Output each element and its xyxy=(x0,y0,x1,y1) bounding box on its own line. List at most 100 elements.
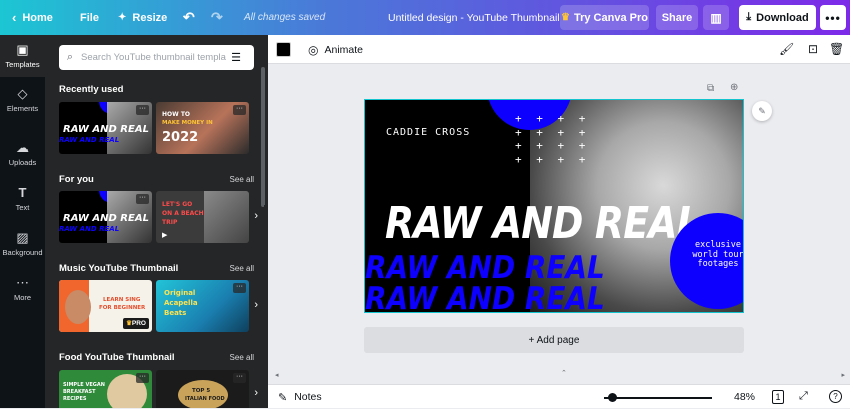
notes-button[interactable]: ✎ Notes xyxy=(278,385,322,409)
duplicate-page-icon[interactable]: ⧉ xyxy=(707,83,714,94)
template-thumb-vegan-breakfast[interactable]: SIMPLE VEGAN BREAKFAST RECIPES ··· xyxy=(59,370,152,408)
thumb-text: Beats xyxy=(164,309,187,317)
top-bar: ‹ Home File ✦ Resize ↶ ↷ All changes sav… xyxy=(0,0,850,35)
design-echo-2[interactable]: RAW AND REAL xyxy=(365,281,605,312)
scroll-right-icon[interactable]: ▸ xyxy=(841,371,845,379)
thumb-text: LEARN SING xyxy=(103,297,141,303)
pro-badge: ♛PRO xyxy=(123,318,149,329)
fullscreen-icon[interactable]: ⤢ xyxy=(799,390,808,403)
section-title: For you xyxy=(59,174,94,185)
insights-button[interactable]: ▥ xyxy=(703,5,729,30)
plus-row: + + + + xyxy=(515,125,590,139)
rail-item-uploads[interactable]: ☁ Uploads xyxy=(0,133,45,175)
search-box[interactable]: ⌕ ☰ xyxy=(59,45,254,70)
pro-label: PRO xyxy=(131,320,146,327)
trash-icon[interactable]: 🗑 xyxy=(829,42,844,56)
rail-item-elements[interactable]: ◇ Elements xyxy=(0,79,45,121)
thumb-text: SIMPLE VEGAN xyxy=(63,382,105,388)
chevron-right-icon[interactable]: › xyxy=(254,210,258,222)
thumb-headline: RAW AND REAL xyxy=(63,213,149,224)
animate-icon: ◎ xyxy=(308,42,319,57)
thumb-text: Acapella xyxy=(164,299,198,307)
animate-button[interactable]: ◎ Animate xyxy=(308,35,363,64)
see-all-link[interactable]: See all xyxy=(230,175,254,184)
add-page-button[interactable]: + Add page xyxy=(364,327,744,353)
plus-row: + + + + xyxy=(515,112,590,125)
scroll-left-icon[interactable]: ◂ xyxy=(275,371,279,379)
file-menu[interactable]: File xyxy=(80,0,99,35)
thumb-text: TOP 5 xyxy=(192,388,211,394)
resize-label: Resize xyxy=(132,11,168,24)
rail-label: More xyxy=(13,293,32,302)
thumb-more-icon[interactable]: ··· xyxy=(233,373,246,383)
template-thumb-acapella-beats[interactable]: Original Acapella Beats ··· xyxy=(156,280,249,332)
page-count-button[interactable]: 1 xyxy=(772,390,784,404)
thumb-more-icon[interactable]: ··· xyxy=(233,105,246,115)
rail-item-text[interactable]: T Text xyxy=(0,178,45,220)
notes-icon: ✎ xyxy=(278,391,288,404)
template-thumb-raw-and-real[interactable]: RAW AND REAL RAW AND REAL ··· xyxy=(59,102,152,154)
section-title: Recently used xyxy=(59,84,124,95)
share-button[interactable]: Share xyxy=(656,5,698,30)
comment-button[interactable]: ✎ xyxy=(752,101,772,121)
rail-label: Templates xyxy=(5,60,40,69)
template-thumb-beach-trip[interactable]: LET'S GO ON A BEACH TRIP ▶ xyxy=(156,191,249,243)
rail-item-templates[interactable]: ▣ Templates xyxy=(0,35,45,77)
template-thumb-learn-sing[interactable]: LEARN SING FOR BEGINNER ♛PRO xyxy=(59,280,152,332)
rail-item-more[interactable]: ⋯ More xyxy=(0,268,45,310)
design-circle-text[interactable]: exclusive world tour footages xyxy=(670,240,743,270)
filter-icon[interactable]: ☰ xyxy=(226,51,246,64)
thumb-text: TRIP xyxy=(162,219,178,226)
thumb-text: BREAKFAST xyxy=(63,389,96,395)
redo-button[interactable]: ↷ xyxy=(211,0,223,35)
thumb-photo xyxy=(65,290,91,324)
help-icon[interactable]: ? xyxy=(829,390,842,403)
try-canva-pro-button[interactable]: ♛ Try Canva Pro xyxy=(560,5,649,30)
color-swatch[interactable] xyxy=(276,42,291,57)
thumb-more-icon[interactable]: ··· xyxy=(136,105,149,115)
add-page-icon[interactable]: ⊕ xyxy=(730,82,738,93)
template-thumb-raw-and-real[interactable]: RAW AND REAL RAW AND REAL ··· xyxy=(59,191,152,243)
rail-item-background[interactable]: ▨ Background xyxy=(0,223,45,265)
chevron-right-icon[interactable]: › xyxy=(254,387,258,399)
zoom-slider-knob[interactable] xyxy=(608,393,617,402)
bar-chart-icon: ▥ xyxy=(710,10,722,25)
design-caddie-text[interactable]: CADDIE CROSS xyxy=(386,127,470,138)
section-title: Food YouTube Thumbnail xyxy=(59,352,175,363)
home-button[interactable]: ‹ Home xyxy=(12,0,53,35)
panel-scrollbar[interactable] xyxy=(261,67,265,207)
template-thumb-how-to-make-money[interactable]: HOW TO MAKE MONEY IN 2022 ··· xyxy=(156,102,249,154)
file-label: File xyxy=(80,11,99,24)
thumb-text: FOR BEGINNER xyxy=(99,305,146,311)
resize-button[interactable]: ✦ Resize xyxy=(118,0,167,35)
design-canvas[interactable]: + + + + + + + + + + + + + + + + CADDIE C… xyxy=(364,99,744,313)
see-all-link[interactable]: See all xyxy=(230,353,254,362)
thumb-more-icon[interactable]: ··· xyxy=(136,373,149,383)
zoom-level[interactable]: 48% xyxy=(734,385,755,409)
lock-icon[interactable]: ⊡ xyxy=(808,42,818,56)
document-title[interactable]: Untitled design - YouTube Thumbnail xyxy=(388,0,560,35)
thumb-more-icon[interactable]: ··· xyxy=(233,283,246,293)
side-rail: ▣ Templates ◇ Elements ☁ Uploads T Text … xyxy=(0,35,45,408)
thumb-text: MAKE MONEY IN xyxy=(162,120,213,126)
templates-panel: ⌕ ☰ Recently used RAW AND REAL RAW AND R… xyxy=(45,35,268,408)
templates-icon: ▣ xyxy=(16,42,29,57)
thumb-more-icon[interactable]: ··· xyxy=(136,194,149,204)
search-input[interactable] xyxy=(81,52,226,63)
chevron-right-icon[interactable]: › xyxy=(254,299,258,311)
more-options-button[interactable]: ••• xyxy=(820,5,846,30)
thumb-text: HOW TO xyxy=(162,111,191,118)
undo-button[interactable]: ↶ xyxy=(183,0,195,35)
plus-pattern[interactable]: + + + + + + + + + + + + + + + + xyxy=(515,112,589,166)
horizontal-scrollbar[interactable]: ◂ ⌃ ▸ xyxy=(275,370,845,381)
chevron-left-icon: ‹ xyxy=(12,10,17,25)
chevron-up-icon[interactable]: ⌃ xyxy=(561,369,567,377)
design-headline[interactable]: RAW AND REAL xyxy=(385,198,701,249)
plus-row: + + + + xyxy=(515,152,590,166)
paint-roller-icon[interactable]: 🖌 xyxy=(779,42,794,56)
download-button[interactable]: ⤓ Download xyxy=(739,5,816,30)
see-all-link[interactable]: See all xyxy=(230,264,254,273)
rail-label: Elements xyxy=(6,104,39,113)
zoom-slider[interactable] xyxy=(604,393,712,402)
template-thumb-top-5-italian[interactable]: TOP 5 ITALIAN FOOD ··· xyxy=(156,370,249,408)
